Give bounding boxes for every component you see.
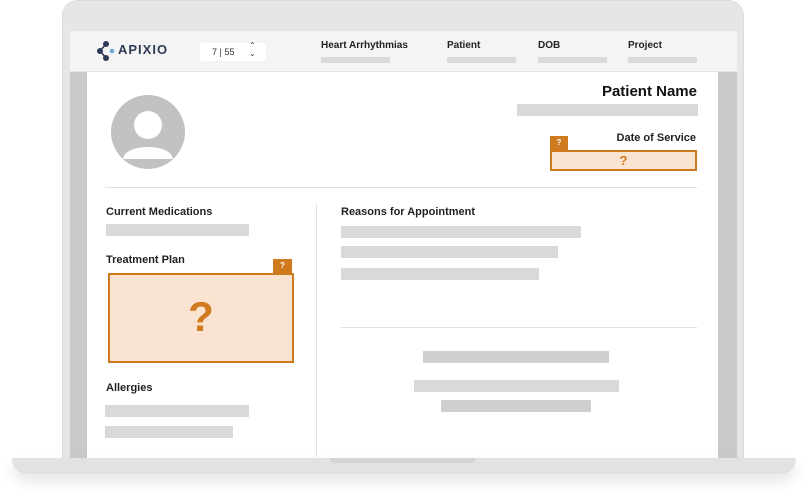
user-avatar-icon bbox=[111, 95, 185, 169]
page-indicator: 7 | 55 bbox=[212, 47, 234, 57]
reasons-for-appointment-label: Reasons for Appointment bbox=[341, 206, 476, 218]
date-of-service-field[interactable]: ? bbox=[550, 150, 697, 171]
patient-name-placeholder bbox=[517, 104, 698, 116]
chevron-down-icon[interactable]: ⌄ bbox=[249, 50, 256, 58]
treatment-plan-missing-tab[interactable]: ? bbox=[273, 259, 292, 273]
divider bbox=[341, 327, 697, 328]
header-value-placeholder bbox=[321, 57, 390, 63]
header-label-project: Project bbox=[628, 40, 662, 51]
column-divider bbox=[316, 204, 317, 457]
divider bbox=[105, 187, 697, 188]
current-medications-label: Current Medications bbox=[106, 206, 213, 218]
header-value-placeholder bbox=[538, 57, 607, 63]
notes-placeholder bbox=[423, 351, 609, 363]
reason-placeholder bbox=[341, 246, 558, 258]
medications-placeholder bbox=[106, 224, 249, 236]
notes-placeholder bbox=[441, 400, 591, 412]
top-toolbar bbox=[70, 31, 737, 72]
header-label-condition: Heart Arrhythmias bbox=[321, 40, 408, 51]
apixio-logo-icon bbox=[97, 41, 115, 61]
date-of-service-label: Date of Service bbox=[616, 132, 696, 144]
header-value-placeholder bbox=[447, 57, 516, 63]
reason-placeholder bbox=[341, 226, 581, 238]
header-value-placeholder bbox=[628, 57, 697, 63]
page-current: 7 bbox=[212, 47, 218, 57]
reason-placeholder bbox=[341, 268, 539, 280]
treatment-plan-label: Treatment Plan bbox=[106, 254, 185, 266]
laptop-notch bbox=[330, 458, 476, 463]
allergies-placeholder bbox=[105, 426, 233, 438]
up-down-chevron-icon[interactable]: ⌃ ⌄ bbox=[249, 42, 256, 58]
logo-wordmark: APIXIO bbox=[118, 42, 169, 57]
notes-placeholder bbox=[414, 380, 619, 392]
treatment-plan-field[interactable]: ? bbox=[108, 273, 294, 363]
header-label-patient: Patient bbox=[447, 40, 481, 51]
allergies-label: Allergies bbox=[106, 382, 153, 394]
allergies-placeholder bbox=[105, 405, 249, 417]
page-separator: | bbox=[219, 47, 222, 57]
page-total: 55 bbox=[224, 47, 235, 57]
header-label-dob: DOB bbox=[538, 40, 561, 51]
patient-name-label: Patient Name bbox=[601, 83, 697, 100]
